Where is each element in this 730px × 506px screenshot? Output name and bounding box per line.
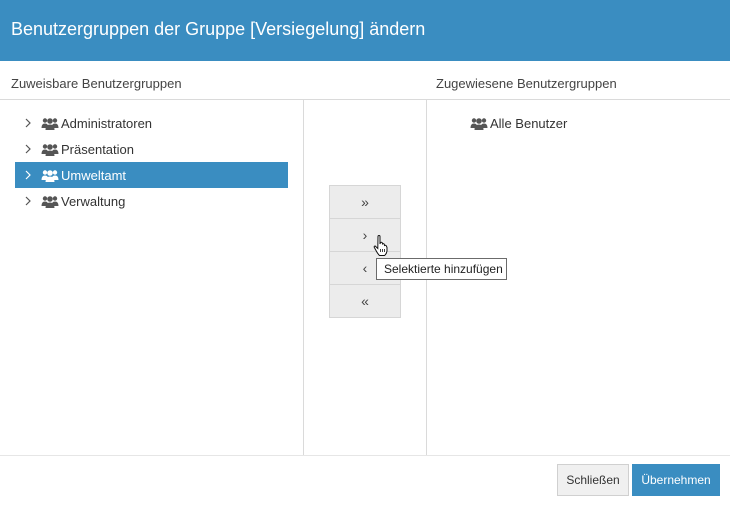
header-divider — [0, 99, 730, 100]
users-group-icon — [470, 117, 488, 130]
move-button-group: » › ‹ « — [329, 185, 401, 318]
users-group-icon — [41, 195, 59, 208]
users-group-icon — [41, 143, 59, 156]
tree-item-umweltamt[interactable]: Umweltamt — [15, 162, 288, 188]
close-button[interactable]: Schließen — [557, 464, 629, 496]
chevron-right-icon[interactable] — [23, 144, 33, 154]
footer-divider — [0, 455, 730, 456]
assigned-groups-list: Alle Benutzer — [470, 110, 567, 136]
chevron-right-icon[interactable] — [23, 196, 33, 206]
tree-item-praesentation[interactable]: Präsentation — [15, 136, 288, 162]
dialog-titlebar: Benutzergruppen der Gruppe [Versiegelung… — [0, 0, 730, 61]
chevron-right-icon[interactable] — [23, 118, 33, 128]
chevron-right-icon[interactable] — [23, 170, 33, 180]
hand-pointer-icon — [373, 235, 388, 256]
assignable-groups-tree: Administratoren Präsentation Umweltamt V… — [15, 110, 288, 214]
column-divider-left — [303, 100, 304, 455]
add-selected-button[interactable]: › — [329, 218, 401, 252]
tooltip-add-selected: Selektierte hinzufügen — [376, 258, 507, 280]
tree-item-alle-benutzer[interactable]: Alle Benutzer — [470, 110, 567, 136]
tree-item-label: Verwaltung — [61, 193, 126, 209]
add-all-button[interactable]: » — [329, 185, 401, 219]
tree-item-administratoren[interactable]: Administratoren — [15, 110, 288, 136]
dialog-title: Benutzergruppen der Gruppe [Versiegelung… — [11, 19, 426, 39]
users-group-icon — [41, 117, 59, 130]
tree-item-verwaltung[interactable]: Verwaltung — [15, 188, 288, 214]
tree-item-label: Präsentation — [61, 141, 134, 157]
tree-item-label: Administratoren — [61, 115, 153, 131]
apply-button[interactable]: Übernehmen — [632, 464, 720, 496]
users-group-icon — [41, 169, 59, 182]
assigned-groups-header: Zugewiesene Benutzergruppen — [436, 76, 617, 91]
tree-item-label: Umweltamt — [61, 167, 127, 183]
remove-all-button[interactable]: « — [329, 284, 401, 318]
assignable-groups-header: Zuweisbare Benutzergruppen — [11, 76, 182, 91]
tree-item-label: Alle Benutzer — [490, 115, 568, 131]
